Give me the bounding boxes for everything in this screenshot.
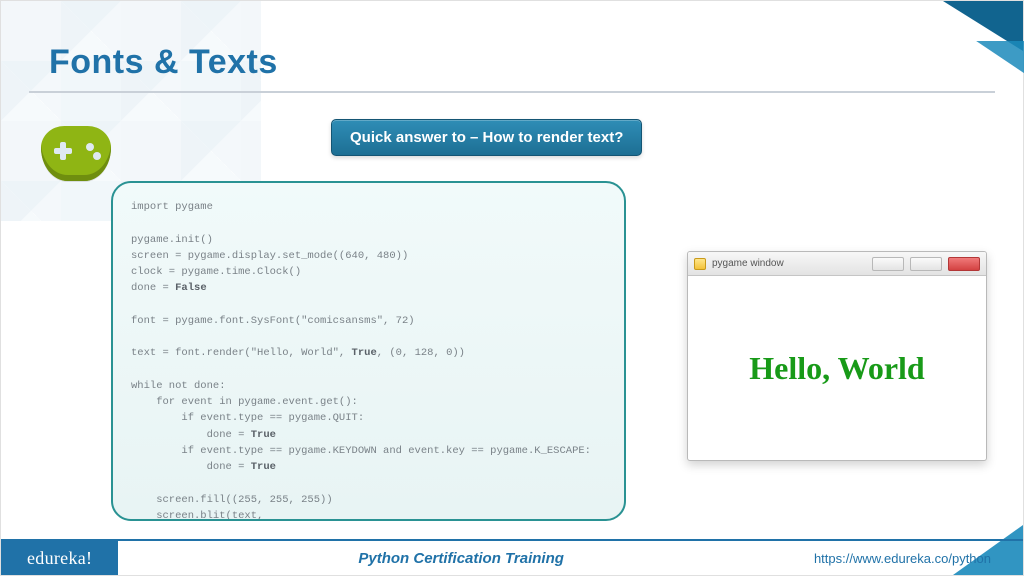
footer-course-title: Python Certification Training (118, 541, 804, 575)
window-minimize-button[interactable] (872, 257, 904, 271)
window-close-button[interactable] (948, 257, 980, 271)
title-underline (29, 91, 995, 93)
game-controller-icon (41, 126, 111, 181)
slide-footer: edureka! Python Certification Training h… (1, 539, 1023, 575)
code-panel: import pygame pygame.init() screen = pyg… (111, 181, 626, 521)
footer-brand: edureka! (1, 541, 118, 575)
rendered-hello-world-text: Hello, World (749, 350, 924, 387)
window-titlebar: pygame window (688, 252, 986, 276)
window-app-icon (694, 258, 706, 270)
slide-title: Fonts & Texts (49, 43, 278, 82)
window-maximize-button[interactable] (910, 257, 942, 271)
footer-url: https://www.edureka.co/python (804, 541, 1023, 575)
slide: Fonts & Texts Quick answer to – How to r… (0, 0, 1024, 576)
window-title: pygame window (712, 258, 866, 269)
callout-banner: Quick answer to – How to render text? (331, 119, 642, 156)
pygame-canvas: Hello, World (688, 276, 986, 460)
corner-decoration-top-right (873, 1, 1023, 81)
pygame-output-window: pygame window Hello, World (687, 251, 987, 461)
code-block: import pygame pygame.init() screen = pyg… (131, 199, 606, 521)
